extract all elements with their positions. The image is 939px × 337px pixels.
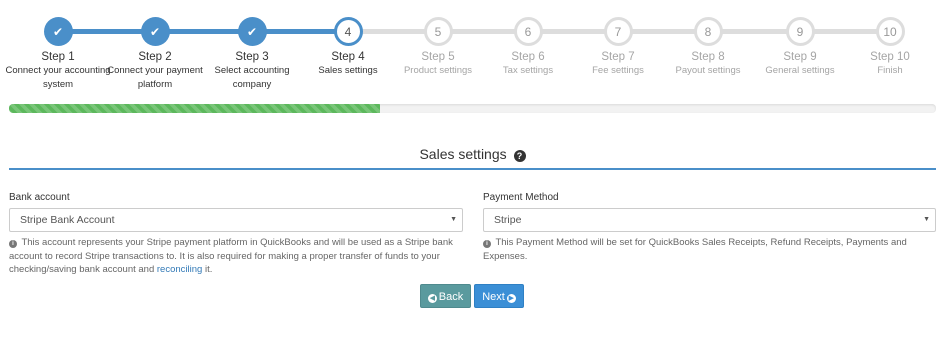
reconciling-link[interactable]: reconciling: [157, 264, 202, 275]
bank-account-help: i This account represents your Stripe pa…: [9, 236, 463, 277]
wizard-progress-fill: [9, 104, 380, 113]
back-button-label: Back: [438, 291, 464, 303]
check-icon: ✔: [237, 17, 267, 46]
bank-account-select[interactable]: Stripe Bank Account ▼: [9, 208, 463, 232]
wizard-step-10: 10 Step 10 Finish: [830, 17, 939, 78]
bank-account-help-suffix: it.: [202, 264, 213, 275]
wizard-progress-bar: [9, 104, 936, 113]
payment-method-select[interactable]: Stripe ▼: [483, 208, 936, 232]
step-number: 10: [875, 17, 905, 46]
step-number: 5: [423, 17, 453, 46]
question-circle-icon[interactable]: ?: [513, 150, 526, 162]
step-description: Finish: [877, 65, 903, 76]
step-number: 6: [513, 17, 543, 46]
check-icon: ✔: [43, 17, 73, 46]
step-title: Step 10: [870, 51, 910, 63]
section-heading: Sales settings ?: [9, 146, 936, 162]
next-button-label: Next: [482, 291, 505, 303]
info-circle-icon: i: [9, 240, 17, 248]
step-description-line2: company: [232, 79, 272, 90]
section-title: Sales settings: [419, 146, 507, 162]
check-icon: ✔: [140, 17, 170, 46]
bank-account-value: Stripe Bank Account: [20, 214, 115, 226]
payment-method-help: i This Payment Method will be set for Qu…: [483, 236, 936, 263]
section-divider: [9, 168, 936, 170]
caret-down-icon: ▼: [450, 216, 457, 223]
info-circle-icon: i: [483, 240, 491, 248]
bank-account-group: Bank account Stripe Bank Account ▼ i Thi…: [9, 192, 463, 277]
payment-method-label: Payment Method: [483, 192, 559, 203]
step-number: 7: [603, 17, 633, 46]
arrow-circle-right-icon: ▶: [506, 294, 516, 303]
step-number: 4: [333, 17, 363, 46]
bank-account-label: Bank account: [9, 192, 70, 203]
wizard-stepper: ✔ Step 1 Connect your accounting system ✔ Ste…: [0, 0, 939, 100]
payment-method-value: Stripe: [494, 214, 522, 226]
arrow-circle-left-icon: ◀: [427, 294, 437, 303]
step-number: 8: [693, 17, 723, 46]
payment-method-group: Payment Method Stripe ▼ i This Payment M…: [483, 192, 936, 263]
next-button[interactable]: Next ▶: [474, 284, 524, 308]
back-button[interactable]: ◀ Back: [420, 284, 471, 308]
bank-account-help-text: This account represents your Stripe paym…: [9, 237, 453, 275]
step-number: 9: [785, 17, 815, 46]
caret-down-icon: ▼: [923, 216, 930, 223]
payment-method-help-text: This Payment Method will be set for Quic…: [483, 237, 907, 262]
